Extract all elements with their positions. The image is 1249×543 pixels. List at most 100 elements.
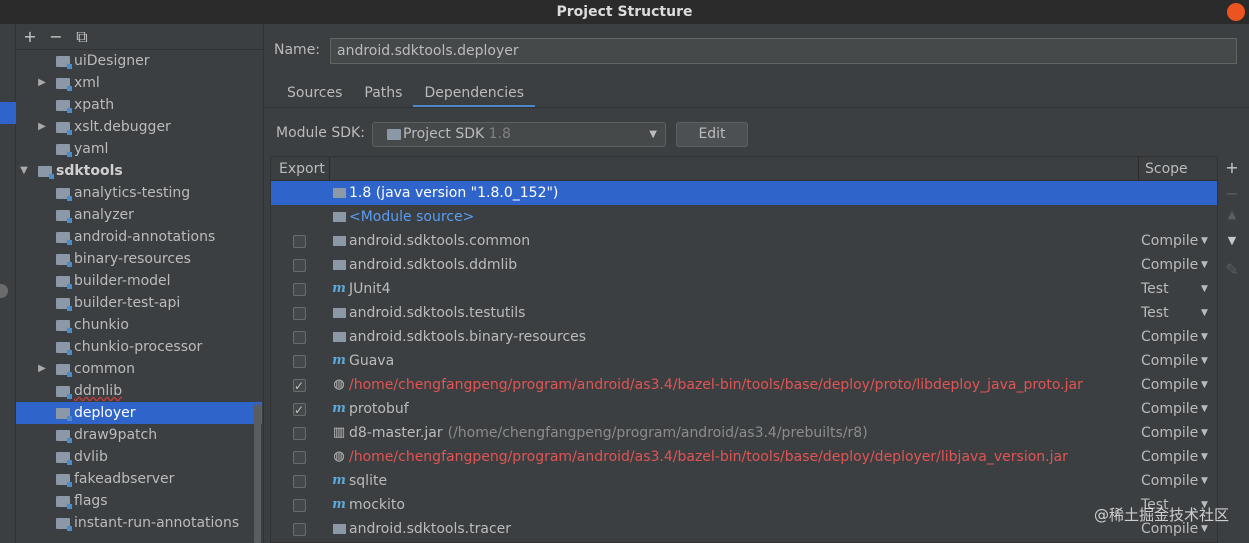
table-row[interactable]: mprotobuf Compile▼ bbox=[271, 397, 1217, 422]
table-row[interactable]: android.sdktools.binary-resources Compile… bbox=[271, 325, 1217, 349]
scope-dropdown[interactable]: Compile bbox=[1141, 373, 1198, 397]
export-checkbox[interactable] bbox=[293, 235, 306, 248]
table-row[interactable]: ◍ /home/chengfangpeng/program/android/as3… bbox=[271, 445, 1217, 469]
remove-module-icon[interactable]: − bbox=[48, 28, 64, 45]
tree-item[interactable]: binary-resources bbox=[16, 248, 263, 270]
tree-item[interactable]: builder-model bbox=[16, 270, 263, 292]
header-scope[interactable]: Scope bbox=[1145, 157, 1188, 181]
table-row[interactable]: android.sdktools.testutils Test ▼ bbox=[271, 301, 1217, 325]
module-folder-icon bbox=[56, 188, 72, 201]
dependency-name: sqlite bbox=[349, 469, 387, 493]
tree-item[interactable]: ▼ sdktools bbox=[16, 160, 263, 182]
scope-dropdown[interactable]: Compile bbox=[1141, 349, 1198, 373]
tab-paths[interactable]: Paths bbox=[353, 82, 413, 108]
export-checkbox[interactable] bbox=[293, 283, 306, 296]
export-checkbox[interactable] bbox=[293, 475, 306, 488]
table-row[interactable]: ◍ /home/chengfangpeng/program/android/as3… bbox=[271, 373, 1217, 398]
chevron-down-icon: ▼ bbox=[1201, 452, 1208, 462]
table-row[interactable]: 1.8 (java version "1.8.0_152") bbox=[271, 181, 1217, 205]
tree-item[interactable]: yaml bbox=[16, 138, 263, 160]
table-row[interactable]: android.sdktools.ddmlib Compile ▼ bbox=[271, 253, 1217, 277]
edit-dependency-icon[interactable]: ✎ bbox=[1224, 260, 1240, 279]
export-checkbox[interactable] bbox=[293, 499, 306, 512]
export-checkbox[interactable] bbox=[293, 355, 306, 368]
export-checkbox[interactable] bbox=[293, 398, 306, 422]
tree-item[interactable]: deployer bbox=[16, 402, 262, 424]
tab-sources[interactable]: Sources bbox=[276, 82, 353, 108]
table-row[interactable]: android.sdktools.tracer Compile ▼ bbox=[271, 517, 1217, 541]
tree-item[interactable]: chunkio-processor bbox=[16, 336, 263, 358]
export-checkbox[interactable] bbox=[293, 259, 306, 272]
tree-item[interactable]: ddmlib bbox=[16, 380, 263, 402]
window-title: Project Structure bbox=[556, 4, 693, 20]
expand-arrow-right-icon[interactable]: ▶ bbox=[36, 358, 48, 380]
module-folder-icon bbox=[56, 474, 72, 487]
add-module-icon[interactable]: + bbox=[22, 28, 38, 45]
close-button[interactable] bbox=[1227, 3, 1245, 21]
export-checkbox[interactable] bbox=[293, 451, 306, 464]
tree-item[interactable]: ▶ xml bbox=[16, 72, 263, 94]
tree-item[interactable]: dvlib bbox=[16, 446, 263, 468]
scope-dropdown[interactable]: Compile bbox=[1141, 253, 1198, 277]
expand-arrow-right-icon[interactable]: ▶ bbox=[36, 116, 48, 138]
dependency-name-text: protobuf bbox=[349, 401, 409, 417]
tab-dependencies[interactable]: Dependencies bbox=[413, 82, 536, 108]
scope-dropdown[interactable]: Compile bbox=[1141, 421, 1198, 445]
tree-scrollbar[interactable] bbox=[254, 404, 261, 543]
tree-item[interactable]: ▶ common bbox=[16, 358, 263, 380]
tree-item-label: fakeadbserver bbox=[74, 471, 175, 487]
tree-item[interactable]: draw9patch bbox=[16, 424, 263, 446]
table-row[interactable]: <Module source> bbox=[271, 205, 1217, 229]
tree-item-label: analyzer bbox=[74, 207, 134, 223]
chevron-down-icon: ▼ bbox=[1201, 380, 1208, 390]
expand-arrow-down-icon[interactable]: ▼ bbox=[18, 160, 30, 182]
tree-item-label: chunkio bbox=[74, 317, 129, 333]
table-row[interactable]: ▥ d8-master.jar (/home/chengfangpeng/progr… bbox=[271, 421, 1217, 445]
edit-sdk-button[interactable]: Edit bbox=[676, 122, 748, 147]
scope-dropdown[interactable]: Compile bbox=[1141, 325, 1198, 349]
tree-item[interactable]: uiDesigner bbox=[16, 50, 263, 72]
table-row[interactable]: android.sdktools.common Compile ▼ bbox=[271, 229, 1217, 253]
table-row[interactable]: m mockito Test ▼ bbox=[271, 493, 1217, 517]
tree-item[interactable]: analytics-testing bbox=[16, 182, 263, 204]
scope-dropdown[interactable]: Test bbox=[1141, 301, 1169, 325]
tree-item-label: builder-model bbox=[74, 273, 171, 289]
module-sdk-dropdown[interactable]: Project SDK 1.8 ▼ bbox=[372, 122, 666, 147]
export-checkbox[interactable] bbox=[293, 523, 306, 536]
expand-arrow-right-icon[interactable]: ▶ bbox=[36, 72, 48, 94]
export-checkbox[interactable] bbox=[293, 374, 306, 398]
table-row[interactable]: m JUnit4 Test ▼ bbox=[271, 277, 1217, 301]
export-checkbox[interactable] bbox=[293, 427, 306, 440]
move-down-icon[interactable]: ▼ bbox=[1224, 234, 1240, 247]
scope-dropdown[interactable]: Compile bbox=[1141, 229, 1198, 253]
module-name-input[interactable]: android.sdktools.deployer bbox=[330, 38, 1237, 64]
tree-item[interactable]: android-annotations bbox=[16, 226, 263, 248]
export-checkbox[interactable] bbox=[293, 331, 306, 344]
add-dependency-icon[interactable]: + bbox=[1224, 158, 1240, 177]
move-up-icon[interactable]: ▲ bbox=[1224, 208, 1240, 221]
tree-item[interactable]: fakeadbserver bbox=[16, 468, 263, 490]
table-row[interactable]: m Guava Compile ▼ bbox=[271, 349, 1217, 373]
tree-item[interactable]: xpath bbox=[16, 94, 263, 116]
scope-dropdown[interactable]: Compile bbox=[1141, 469, 1198, 493]
header-export[interactable]: Export bbox=[279, 157, 325, 181]
tree-item[interactable]: flags bbox=[16, 490, 263, 512]
tree-item[interactable]: chunkio bbox=[16, 314, 263, 336]
module-folder-icon bbox=[38, 166, 54, 179]
copy-module-icon[interactable]: ⧉ bbox=[74, 28, 90, 45]
table-row[interactable]: m sqlite Compile ▼ bbox=[271, 469, 1217, 493]
dependency-rows: 1.8 (java version "1.8.0_152") <Module so… bbox=[271, 181, 1217, 541]
module-folder-icon bbox=[56, 276, 72, 289]
global-library-icon: ◍ bbox=[333, 449, 345, 464]
left-strip-selection[interactable] bbox=[0, 102, 16, 124]
tree-item[interactable]: ▶ xslt.debugger bbox=[16, 116, 263, 138]
tree-item[interactable]: builder-test-api bbox=[16, 292, 263, 314]
tree-item[interactable]: instant-run-annotations bbox=[16, 512, 263, 534]
tree-item[interactable]: analyzer bbox=[16, 204, 263, 226]
dependency-name-text: Guava bbox=[349, 353, 395, 369]
remove-dependency-icon[interactable]: − bbox=[1224, 184, 1240, 203]
scope-dropdown[interactable]: Compile bbox=[1141, 397, 1198, 421]
export-checkbox[interactable] bbox=[293, 307, 306, 320]
scope-dropdown[interactable]: Test bbox=[1141, 277, 1169, 301]
scope-dropdown[interactable]: Compile bbox=[1141, 445, 1198, 469]
